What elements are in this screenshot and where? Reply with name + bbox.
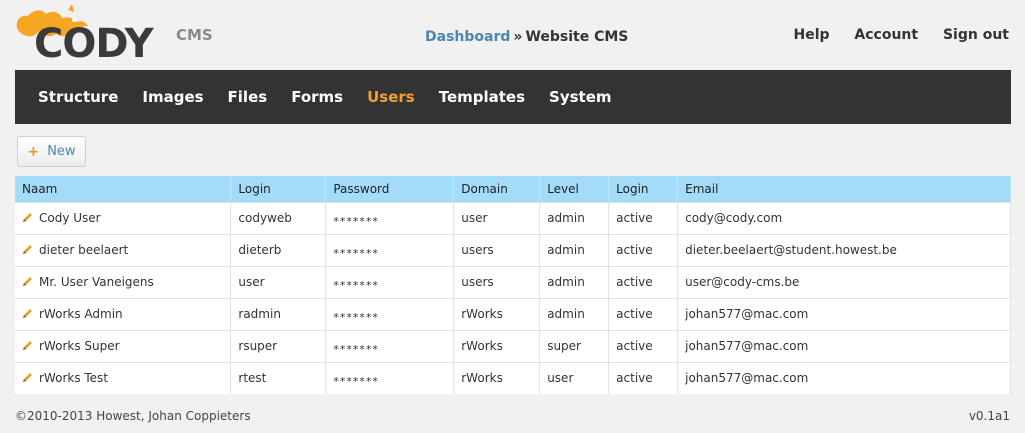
edit-pencil-icon[interactable] [22,276,33,287]
cell-domain: rWorks [453,329,541,362]
breadcrumb-dashboard-link[interactable]: Dashboard [425,29,510,45]
cell-naam[interactable]: rWorks Admin [15,297,232,330]
cell-login: radmin [230,297,327,330]
column-header-email[interactable]: Email [677,176,1011,202]
cell-domain: rWorks [453,361,541,394]
logo-suffix: CMS [176,26,213,44]
nav-item-forms[interactable]: Forms [291,88,343,106]
table-row[interactable]: rWorks Admin radmin ******* rWorks admin acti… [15,297,1011,330]
users-table: Naam Login Password Domain Level Login E… [15,176,1011,394]
logo-wordmark: CODY [34,21,154,67]
cell-email: dieter.beelaert@student.howest.be [677,233,1011,266]
user-name-link[interactable]: rWorks Test [39,371,108,385]
cell-domain: rWorks [453,297,541,330]
plus-icon: + [27,143,40,160]
breadcrumb-current: Website CMS [525,29,629,45]
cell-status: active [608,329,679,362]
cell-domain: users [453,233,541,266]
cell-naam[interactable]: rWorks Super [15,329,232,362]
cell-level: admin [539,265,610,298]
cell-email: cody@cody.com [677,201,1011,234]
user-name-link[interactable]: Cody User [39,211,101,225]
cell-login: user [230,265,327,298]
top-links: Help Account Sign out [773,27,1009,43]
cell-status: active [608,361,679,394]
cell-login: dieterb [230,233,327,266]
edit-pencil-icon[interactable] [22,244,33,255]
cell-password: ******* [325,297,455,330]
cell-naam[interactable]: dieter beelaert [15,233,232,266]
column-header-domain[interactable]: Domain [453,176,541,202]
nav-item-structure[interactable]: Structure [38,88,118,106]
new-button-label: New [47,144,76,159]
new-button[interactable]: + New [17,136,86,167]
cell-status: active [608,233,679,266]
cell-level: admin [539,233,610,266]
cell-email: user@cody-cms.be [677,265,1011,298]
cell-level: super [539,329,610,362]
nav-item-images[interactable]: Images [142,88,203,106]
cell-email: johan577@mac.com [677,297,1011,330]
sign-out-link[interactable]: Sign out [943,27,1009,43]
nav-item-files[interactable]: Files [228,88,268,106]
cell-level: user [539,361,610,394]
cell-domain: users [453,265,541,298]
cell-password: ******* [325,233,455,266]
column-header-level[interactable]: Level [539,176,610,202]
cell-status: active [608,265,679,298]
table-row[interactable]: rWorks Test rtest ******* rWorks user active j… [15,361,1011,394]
table-row[interactable]: rWorks Super rsuper ******* rWorks super acti… [15,329,1011,362]
header: CODY CMS Dashboard» Website CMS Help Acco… [0,0,1025,70]
cell-status: active [608,297,679,330]
user-name-link[interactable]: dieter beelaert [39,243,128,257]
user-name-link[interactable]: rWorks Super [39,339,120,353]
cell-password: ******* [325,201,455,234]
cell-status: active [608,201,679,234]
user-name-link[interactable]: Mr. User Vaneigens [39,275,154,289]
edit-pencil-icon[interactable] [22,372,33,383]
column-header-status[interactable]: Login [608,176,679,202]
cell-email: johan577@mac.com [677,329,1011,362]
breadcrumb-separator: » [513,29,523,45]
cell-login: codyweb [230,201,327,234]
cell-login: rtest [230,361,327,394]
cell-email: johan577@mac.com [677,361,1011,394]
nav-item-system[interactable]: System [549,88,611,106]
nav-item-users[interactable]: Users [367,88,415,106]
cell-level: admin [539,201,610,234]
edit-pencil-icon[interactable] [22,340,33,351]
footer-copyright: ©2010-2013 Howest, Johan Coppieters [15,409,251,423]
table-header-row: Naam Login Password Domain Level Login E… [15,176,1011,202]
column-header-naam[interactable]: Naam [15,176,232,202]
cell-password: ******* [325,329,455,362]
cody-logo[interactable]: CODY CMS [12,4,222,66]
main-nav: Structure Images Files Forms Users Templ… [15,70,1011,124]
column-header-login[interactable]: Login [230,176,327,202]
table-row[interactable]: Mr. User Vaneigens user ******* users admin a… [15,265,1011,298]
breadcrumb: Dashboard» Website CMS [425,29,628,45]
cell-login: rsuper [230,329,327,362]
cell-naam[interactable]: rWorks Test [15,361,232,394]
cell-domain: user [453,201,541,234]
nav-item-templates[interactable]: Templates [439,88,525,106]
edit-pencil-icon[interactable] [22,212,33,223]
edit-pencil-icon[interactable] [22,308,33,319]
cell-naam[interactable]: Cody User [15,201,232,234]
account-link[interactable]: Account [854,27,918,43]
help-link[interactable]: Help [793,27,829,43]
table-row[interactable]: dieter beelaert dieterb ******* users admin a… [15,233,1011,266]
footer-version: v0.1a1 [968,409,1010,423]
cell-level: admin [539,297,610,330]
column-header-password[interactable]: Password [325,176,455,202]
cell-naam[interactable]: Mr. User Vaneigens [15,265,232,298]
user-name-link[interactable]: rWorks Admin [39,307,123,321]
cell-password: ******* [325,265,455,298]
cell-password: ******* [325,361,455,394]
table-row[interactable]: Cody User codyweb ******* user admin active co… [15,201,1011,234]
